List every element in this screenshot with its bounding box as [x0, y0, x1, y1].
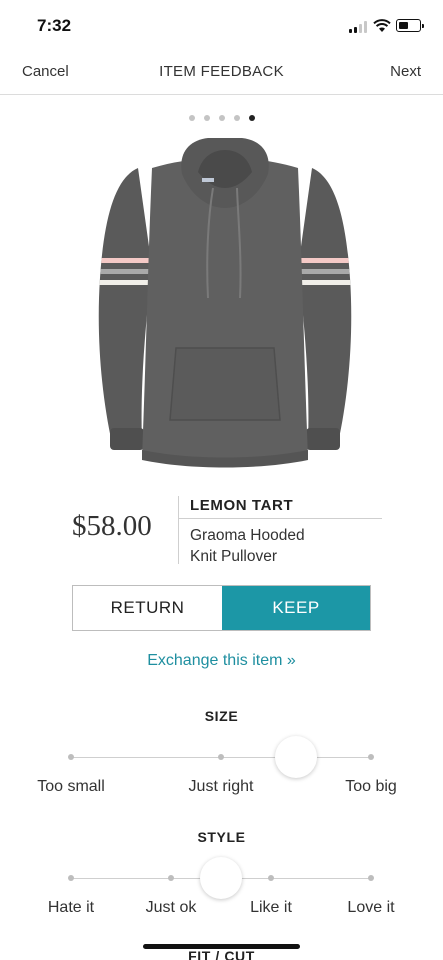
style-option-label[interactable]: Just ok — [146, 899, 197, 917]
carousel-dot[interactable] — [189, 115, 195, 121]
battery-icon — [396, 19, 424, 32]
return-keep-toggle: RETURN KEEP — [72, 585, 371, 631]
item-name-line1: Graoma Hooded — [190, 527, 305, 544]
style-option-label[interactable]: Like it — [250, 899, 292, 917]
keep-button[interactable]: KEEP — [222, 586, 370, 630]
return-button[interactable]: RETURN — [73, 586, 222, 630]
size-tick — [218, 754, 224, 760]
style-option-label[interactable]: Love it — [347, 899, 394, 917]
style-tick — [168, 875, 174, 881]
style-tick — [368, 875, 374, 881]
exchange-item-link[interactable]: Exchange this item » — [0, 652, 443, 670]
fit-cut-label: FIT / CUT — [188, 948, 255, 960]
style-tick — [68, 875, 74, 881]
status-time: 7:32 — [37, 16, 72, 35]
signal-icon — [349, 21, 369, 33]
status-bar: 7:32 — [0, 0, 443, 52]
size-option-label[interactable]: Just right — [189, 778, 254, 796]
size-option-label[interactable]: Too small — [37, 778, 105, 796]
home-indicator — [143, 944, 300, 949]
brand-name: LEMON TART — [190, 497, 294, 514]
carousel-dot[interactable] — [204, 115, 210, 121]
size-slider-knob[interactable] — [275, 736, 317, 778]
price: $58.00 — [72, 510, 152, 542]
item-name: Graoma Hooded Knit Pullover — [190, 525, 380, 567]
brand-divider — [178, 518, 382, 519]
item-name-line2: Knit Pullover — [190, 548, 278, 565]
carousel-dot[interactable] — [234, 115, 240, 121]
carousel-dot[interactable] — [219, 115, 225, 121]
nav-bar: Cancel ITEM FEEDBACK Next — [0, 52, 443, 95]
size-option-label[interactable]: Too big — [345, 778, 397, 796]
style-slider-knob[interactable] — [200, 857, 242, 899]
product-image — [98, 138, 352, 468]
style-option-label[interactable]: Hate it — [48, 899, 94, 917]
page-title: ITEM FEEDBACK — [159, 63, 284, 80]
info-divider — [178, 496, 179, 564]
size-tick — [68, 754, 74, 760]
next-button[interactable]: Next — [390, 63, 421, 80]
style-tick — [268, 875, 274, 881]
wifi-icon — [373, 19, 391, 32]
size-tick — [368, 754, 374, 760]
style-label: STYLE — [197, 829, 246, 845]
carousel-dot[interactable] — [249, 115, 255, 121]
size-label: SIZE — [204, 708, 239, 724]
